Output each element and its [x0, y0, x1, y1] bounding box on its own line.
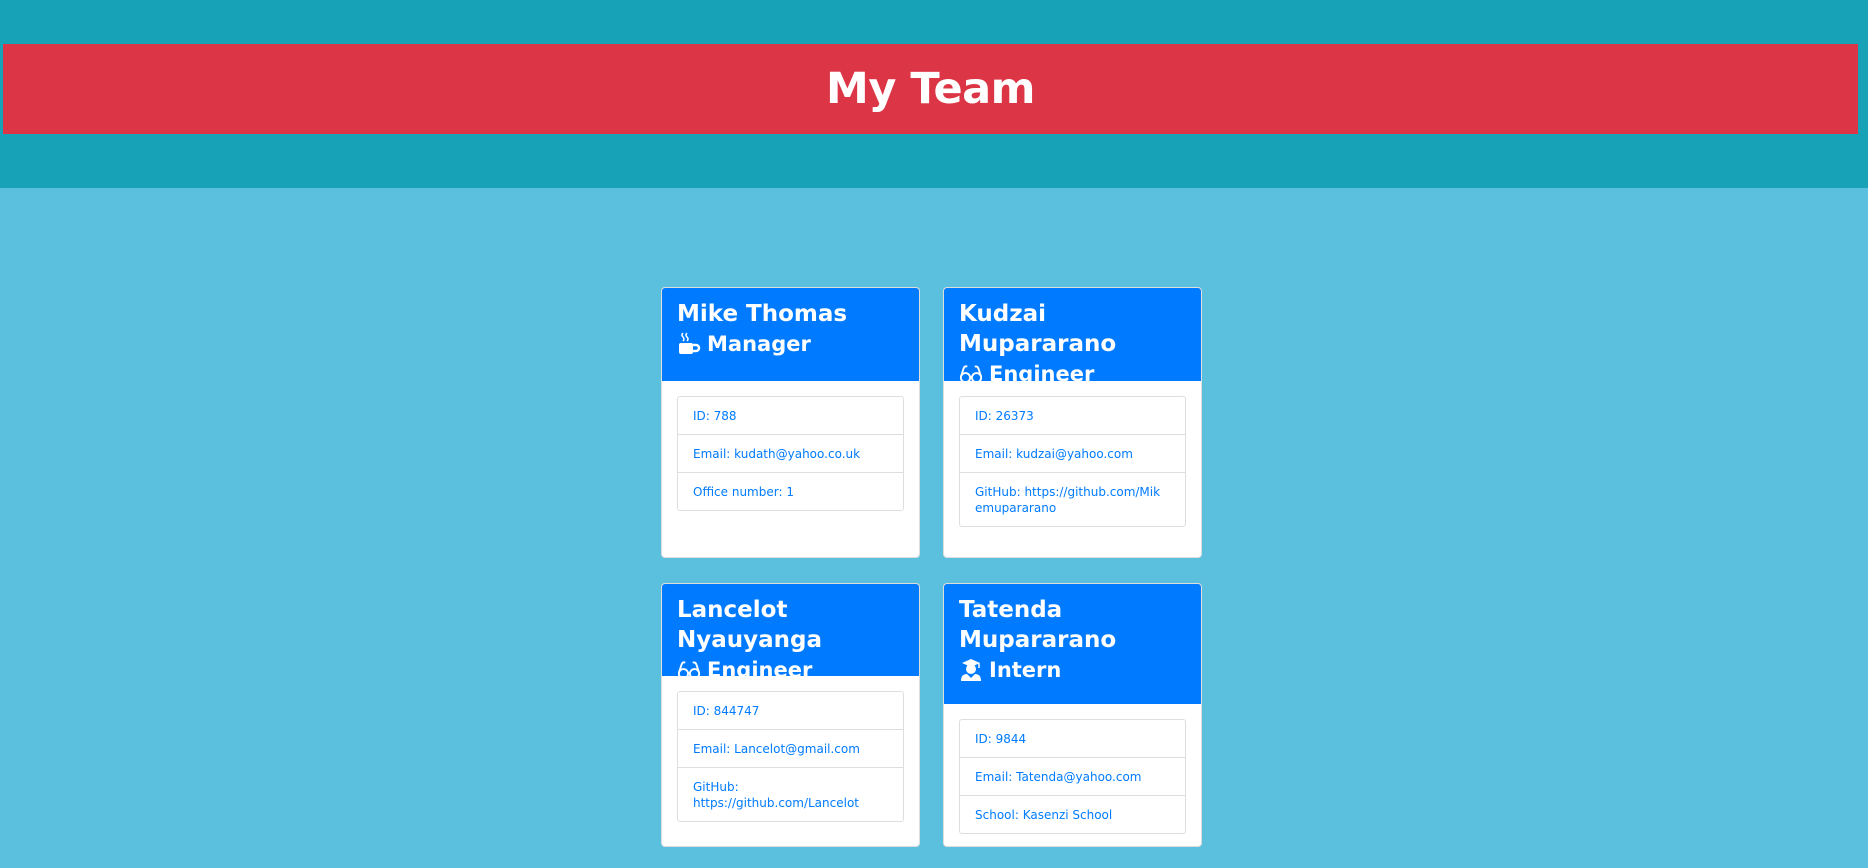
card-body: ID: 844747 Email: Lancelot@gmail.com Git…	[662, 676, 919, 822]
detail-id: ID: 9844	[975, 732, 1027, 746]
employee-name: Kudzai Mupararano	[959, 301, 1117, 357]
employee-name: Lancelot Nyauyanga	[677, 597, 823, 653]
employee-role-label: Manager	[707, 332, 811, 356]
employee-card-engineer: Lancelot Nyauyanga Engineer ID: 844747 E…	[661, 583, 920, 847]
employee-card-manager: Mike Thomas Manager ID: 788 Email: kudat…	[661, 287, 920, 558]
detail-id: ID: 844747	[693, 704, 760, 718]
card-header: Kudzai Mupararano Engineer	[944, 288, 1201, 386]
employee-role: Intern	[959, 655, 1186, 685]
card-header: Tatenda Mupararano Intern	[944, 584, 1201, 704]
detail-email[interactable]: Email: Lancelot@gmail.com	[678, 729, 903, 767]
card-body: ID: 9844 Email: Tatenda@yahoo.com School…	[944, 704, 1201, 834]
detail-list: ID: 788 Email: kudath@yahoo.co.uk Office…	[677, 396, 904, 511]
detail-id: ID: 788	[693, 409, 737, 423]
employee-name: Mike Thomas	[677, 301, 848, 327]
detail-list: ID: 844747 Email: Lancelot@gmail.com Git…	[677, 691, 904, 822]
card-header: Lancelot Nyauyanga Engineer	[662, 584, 919, 682]
employee-role-label: Engineer	[989, 362, 1095, 386]
header-bar: My Team	[3, 44, 1858, 134]
detail-email[interactable]: Email: Tatenda@yahoo.com	[960, 757, 1185, 795]
card-body: ID: 26373 Email: kudzai@yahoo.com GitHub…	[944, 381, 1201, 527]
detail-github[interactable]: GitHub: https://github.com/Mikemupararan…	[960, 472, 1185, 526]
detail-id: ID: 26373	[975, 409, 1034, 423]
employee-card-engineer: Kudzai Mupararano Engineer ID: 26373 Ema…	[943, 287, 1202, 558]
detail-list: ID: 26373 Email: kudzai@yahoo.com GitHub…	[959, 396, 1186, 527]
detail-github[interactable]: GitHub: https://github.com/Lancelot	[678, 767, 903, 821]
detail-list: ID: 9844 Email: Tatenda@yahoo.com School…	[959, 719, 1186, 834]
glasses-icon	[677, 658, 701, 682]
coffee-icon	[677, 332, 701, 356]
user-graduate-icon	[959, 658, 983, 682]
detail-office-number: Office number: 1	[678, 472, 903, 510]
employee-role-label: Intern	[989, 658, 1062, 682]
glasses-icon	[959, 362, 983, 386]
detail-school: School: Kasenzi School	[960, 795, 1185, 833]
card-header: Mike Thomas Manager	[662, 288, 919, 381]
employee-name: Tatenda Mupararano	[959, 597, 1117, 653]
detail-email[interactable]: Email: kudzai@yahoo.com	[960, 434, 1185, 472]
card-body: ID: 788 Email: kudath@yahoo.co.uk Office…	[662, 381, 919, 511]
employee-role: Manager	[677, 329, 904, 359]
employee-role-label: Engineer	[707, 658, 813, 682]
employee-card-intern: Tatenda Mupararano Intern ID: 9844 Email…	[943, 583, 1202, 847]
detail-email[interactable]: Email: kudath@yahoo.co.uk	[678, 434, 903, 472]
page-title: My Team	[826, 64, 1035, 114]
